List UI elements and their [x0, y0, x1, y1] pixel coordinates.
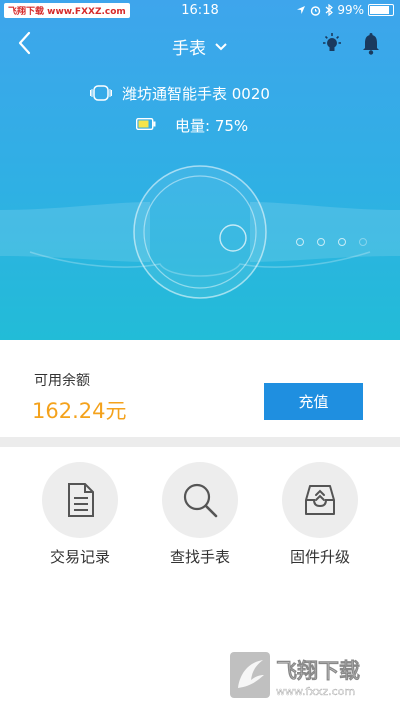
- balance-amount: 162.24元: [32, 399, 127, 423]
- watch-device-icon: [90, 85, 112, 101]
- alarm-icon: [311, 5, 321, 16]
- svg-text:飞翔下载: 飞翔下载: [276, 659, 360, 683]
- bluetooth-icon: [325, 4, 334, 16]
- upgrade-tray-icon: [305, 485, 335, 515]
- device-battery-icon: [136, 118, 156, 130]
- device-header: 飞翔下载 www.FXXZ.com 16:18 99% 手表 潍坊通智能手表 0…: [0, 0, 400, 340]
- firmware-upgrade-label: 固件升级: [289, 548, 350, 566]
- svg-text:www.fxxz.com: www.fxxz.com: [276, 685, 355, 698]
- document-icon: [68, 483, 94, 517]
- transaction-records-icon-circle: [42, 462, 118, 538]
- balance-label: 可用余额: [34, 373, 90, 389]
- battery-icon: [368, 4, 394, 16]
- status-indicators: 99%: [296, 3, 394, 17]
- site-watermark-logo: 飞翔下载 www.fxxz.com: [230, 652, 360, 698]
- page-dot: [338, 238, 346, 246]
- page-dot: [296, 238, 304, 246]
- page-dot: [359, 238, 367, 246]
- nav-bar: 手表: [0, 28, 400, 62]
- page-dot: [317, 238, 325, 246]
- transaction-records-label: 交易记录: [49, 548, 110, 566]
- device-name: 潍坊通智能手表 0020: [122, 85, 270, 103]
- status-bar: 飞翔下载 www.FXXZ.com 16:18 99%: [0, 0, 400, 22]
- firmware-upgrade-icon-circle: [282, 462, 358, 538]
- transaction-records-button[interactable]: 交易记录: [20, 462, 140, 567]
- device-battery-level: 电量: 75%: [175, 117, 249, 135]
- action-grid: 交易记录 查找手表 固件升级: [0, 462, 400, 582]
- battery-percent: 99%: [337, 3, 364, 17]
- search-icon: [183, 483, 218, 518]
- page-title: 手表: [172, 39, 206, 59]
- watch-illustration: [0, 165, 400, 299]
- find-watch-icon-circle: [162, 462, 238, 538]
- balance-card: 可用余额 162.24元 充值: [0, 345, 400, 437]
- find-watch-label: 查找手表: [169, 548, 230, 566]
- chevron-down-icon: [215, 43, 227, 51]
- location-icon: [297, 6, 306, 14]
- watch-page-indicator: [296, 238, 367, 246]
- bell-icon[interactable]: [360, 32, 382, 56]
- find-watch-button[interactable]: 查找手表: [140, 462, 260, 567]
- lightbulb-icon[interactable]: [320, 32, 344, 56]
- recharge-button[interactable]: 充值: [264, 383, 363, 420]
- firmware-upgrade-button[interactable]: 固件升级: [260, 462, 380, 567]
- section-divider: [0, 437, 400, 447]
